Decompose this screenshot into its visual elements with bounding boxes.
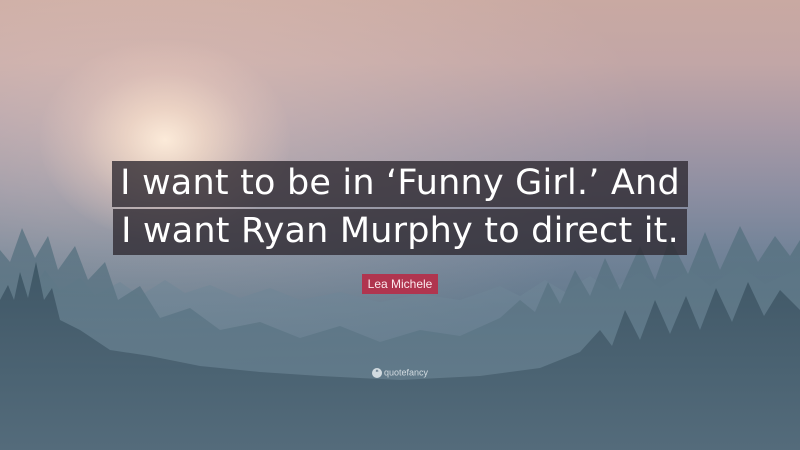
quote-line-2: I want Ryan Murphy to direct it.	[113, 209, 687, 255]
author-badge[interactable]: Lea Michele	[361, 274, 439, 294]
author-container: Lea Michele	[0, 273, 800, 294]
quote-text: I want to be in ‘Funny Girl.’ And I want…	[0, 161, 800, 257]
quote-image: I want to be in ‘Funny Girl.’ And I want…	[0, 0, 800, 450]
quote-line-1: I want to be in ‘Funny Girl.’ And	[112, 161, 688, 207]
brand-watermark: ❝ quotefancy	[0, 366, 800, 379]
brand-name: quotefancy	[383, 367, 429, 378]
quote-mark-icon: ❝	[371, 367, 382, 378]
